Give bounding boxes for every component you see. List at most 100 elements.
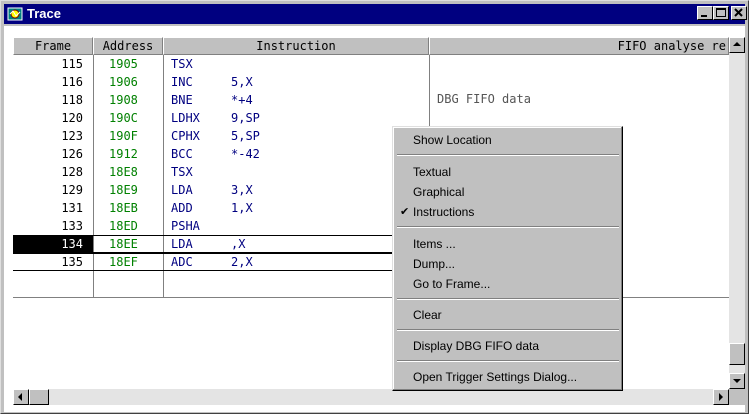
menu-item-open-trigger-settings[interactable]: Open Trigger Settings Dialog... — [396, 367, 620, 387]
vertical-scroll-thumb[interactable] — [729, 343, 745, 365]
mnemonic-cell: TSX — [171, 165, 193, 179]
arrow-down-icon — [733, 379, 741, 383]
maximize-button[interactable] — [713, 6, 729, 20]
menu-separator — [397, 226, 619, 228]
trace-app-icon — [7, 7, 23, 21]
operand-cell: *-42 — [231, 147, 260, 161]
trace-row[interactable]: 120 190C LDHX 9,SP — [13, 109, 429, 127]
trace-client-area: Frame Address Instruction FIFO analyse r… — [4, 26, 745, 412]
address-cell: 18E9 — [109, 183, 138, 197]
address-cell: 18EB — [109, 201, 138, 215]
menu-item-label: Show Location — [413, 133, 492, 147]
frame-cell: 126 — [61, 147, 83, 161]
menu-item-label: Clear — [413, 308, 442, 322]
header-address[interactable]: Address — [93, 37, 163, 55]
address-cell: 190F — [109, 129, 138, 143]
frame-cell: 135 — [61, 255, 83, 269]
scroll-left-button[interactable] — [13, 389, 29, 405]
menu-item-label: Items ... — [413, 237, 456, 251]
trace-row[interactable]: 123 190F CPHX 5,SP — [13, 127, 429, 145]
horizontal-scroll-thumb[interactable] — [29, 389, 49, 405]
trace-row[interactable]: 118 1908 BNE *+4 — [13, 91, 429, 109]
address-cell: 18EF — [109, 255, 138, 269]
maximize-icon — [716, 8, 726, 17]
trace-row[interactable]: 129 18E9 LDA 3,X — [13, 181, 429, 199]
trace-row[interactable]: 128 18E8 TSX — [13, 163, 429, 181]
menu-item-label: Open Trigger Settings Dialog... — [413, 370, 578, 384]
mnemonic-cell: CPHX — [171, 129, 200, 143]
operand-cell: ,X — [231, 237, 246, 251]
menu-separator — [397, 360, 619, 362]
menu-item-display-dbg-fifo[interactable]: Display DBG FIFO data — [396, 336, 620, 356]
mnemonic-cell: ADD — [171, 201, 193, 215]
trace-row[interactable]: 133 18ED PSHA — [13, 217, 429, 235]
trace-row[interactable]: 115 1905 TSX — [13, 55, 429, 73]
trace-row[interactable]: 116 1906 INC 5,X — [13, 73, 429, 91]
menu-item-label: Instructions — [413, 205, 475, 219]
trace-row[interactable]: 135 18EF ADC 2,X — [13, 253, 429, 271]
column-header: Frame Address Instruction FIFO analyse r… — [13, 37, 729, 55]
mnemonic-cell: BNE — [171, 93, 193, 107]
frame-cell: 129 — [61, 183, 83, 197]
scroll-down-button[interactable] — [729, 373, 745, 389]
frame-cell: 128 — [61, 165, 83, 179]
frame-cell: 116 — [61, 75, 83, 89]
minimize-icon — [701, 15, 707, 17]
operand-cell: 5,SP — [231, 129, 260, 143]
menu-item-label: Dump... — [413, 257, 456, 271]
header-fifo-analyse[interactable]: FIFO analyse re — [429, 37, 729, 55]
operand-cell: 5,X — [231, 75, 253, 89]
operand-cell: 9,SP — [231, 111, 260, 125]
address-cell: 190C — [109, 111, 138, 125]
horizontal-scrollbar[interactable] — [13, 389, 729, 405]
trace-rows: 115 1905 TSX 116 1906 INC 5,X 118 1908 BNE *+4 120 1… — [13, 55, 429, 271]
menu-item-go-to-frame[interactable]: Go to Frame... — [396, 274, 620, 294]
scroll-right-button[interactable] — [713, 389, 729, 405]
frame-cell: 123 — [61, 129, 83, 143]
scroll-up-button[interactable] — [729, 37, 745, 53]
menu-item-textual[interactable]: Textual — [396, 162, 620, 182]
menu-separator — [397, 329, 619, 331]
menu-item-label: Display DBG FIFO data — [413, 339, 540, 353]
header-instruction[interactable]: Instruction — [163, 37, 429, 55]
operand-cell: 3,X — [231, 183, 253, 197]
close-button[interactable] — [731, 6, 747, 20]
header-frame[interactable]: Frame — [13, 37, 93, 55]
mnemonic-cell: PSHA — [171, 219, 200, 233]
arrow-right-icon — [719, 393, 723, 401]
menu-item-instructions[interactable]: ✔ Instructions — [396, 202, 620, 222]
arrow-up-icon — [733, 42, 741, 46]
mnemonic-cell: LDHX — [171, 111, 200, 125]
frame-cell: 115 — [61, 57, 83, 71]
trace-row[interactable]: 131 18EB ADD 1,X — [13, 199, 429, 217]
menu-separator — [397, 154, 619, 156]
trace-row[interactable]: 134 18EE LDA ,X — [13, 235, 429, 253]
mnemonic-cell: TSX — [171, 57, 193, 71]
menu-item-dump[interactable]: Dump... — [396, 254, 620, 274]
close-icon — [734, 8, 743, 17]
menu-item-show-location[interactable]: Show Location — [396, 130, 620, 150]
address-cell: 1908 — [109, 93, 138, 107]
fifo-data-label: DBG FIFO data — [437, 92, 531, 106]
menu-item-graphical[interactable]: Graphical — [396, 182, 620, 202]
address-cell: 1905 — [109, 57, 138, 71]
menu-item-label: Textual — [413, 165, 452, 179]
arrow-left-icon — [18, 393, 22, 401]
trace-row[interactable]: 126 1912 BCC *-42 — [13, 145, 429, 163]
operand-cell: *+4 — [231, 93, 253, 107]
frame-cell: 131 — [61, 201, 83, 215]
check-mark-icon: ✔ — [400, 205, 410, 218]
window-title: Trace — [27, 6, 61, 21]
menu-item-label: Go to Frame... — [413, 277, 491, 291]
title-bar[interactable]: Trace — [4, 4, 747, 24]
menu-item-label: Graphical — [413, 185, 465, 199]
vertical-scrollbar[interactable] — [729, 37, 745, 389]
frame-cell: 120 — [61, 111, 83, 125]
context-menu: Show Location Textual Graphical ✔ Instru… — [392, 126, 623, 391]
address-cell: 18E8 — [109, 165, 138, 179]
menu-separator — [397, 298, 619, 300]
menu-item-clear[interactable]: Clear — [396, 305, 620, 325]
operand-cell: 1,X — [231, 201, 253, 215]
minimize-button[interactable] — [697, 6, 713, 20]
menu-item-items[interactable]: Items ... — [396, 234, 620, 254]
